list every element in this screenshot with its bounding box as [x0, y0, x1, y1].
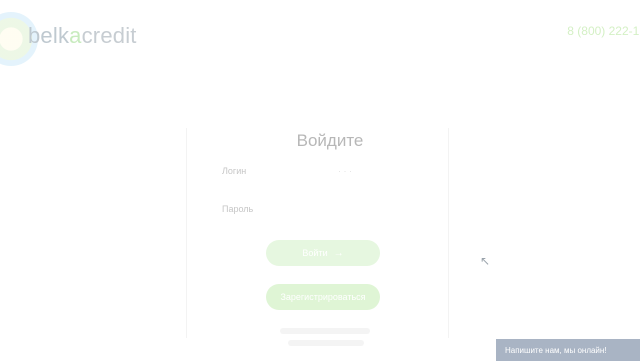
register-button-label: Зарегистрироваться — [280, 292, 366, 302]
help-link-1[interactable] — [280, 328, 370, 334]
logo-word-part2: a — [69, 23, 82, 48]
chat-widget-label: Напишите нам, мы онлайн! — [505, 345, 607, 355]
logo-word-part3: credit — [81, 23, 137, 48]
panel-divider-right — [448, 128, 449, 338]
help-link-2[interactable] — [288, 340, 364, 346]
password-label: Пароль — [222, 204, 254, 214]
phone-number[interactable]: 8 (800) 222-17 — [567, 24, 640, 38]
arrow-right-icon: → — [333, 247, 344, 259]
brand-logo[interactable]: belkacredit — [0, 12, 180, 66]
login-title: Войдите — [296, 131, 364, 150]
panel-divider-left — [186, 128, 187, 338]
mouse-cursor-icon: ↖ — [480, 254, 491, 268]
register-button[interactable]: Зарегистрироваться — [266, 284, 380, 310]
chat-widget-button[interactable]: Напишите нам, мы онлайн! — [496, 339, 640, 361]
login-input[interactable] — [258, 162, 382, 182]
password-input[interactable] — [258, 200, 382, 220]
logo-text: belkacredit — [28, 23, 137, 49]
login-button[interactable]: Войти → — [266, 240, 380, 266]
login-label: Логин — [222, 166, 247, 176]
login-page: belkacredit 8 (800) 222-17 Войдите Логин… — [0, 0, 640, 361]
login-button-label: Войти — [302, 248, 328, 258]
login-field-decoration: · · · — [338, 166, 352, 176]
logo-word-part1: belk — [28, 23, 70, 48]
